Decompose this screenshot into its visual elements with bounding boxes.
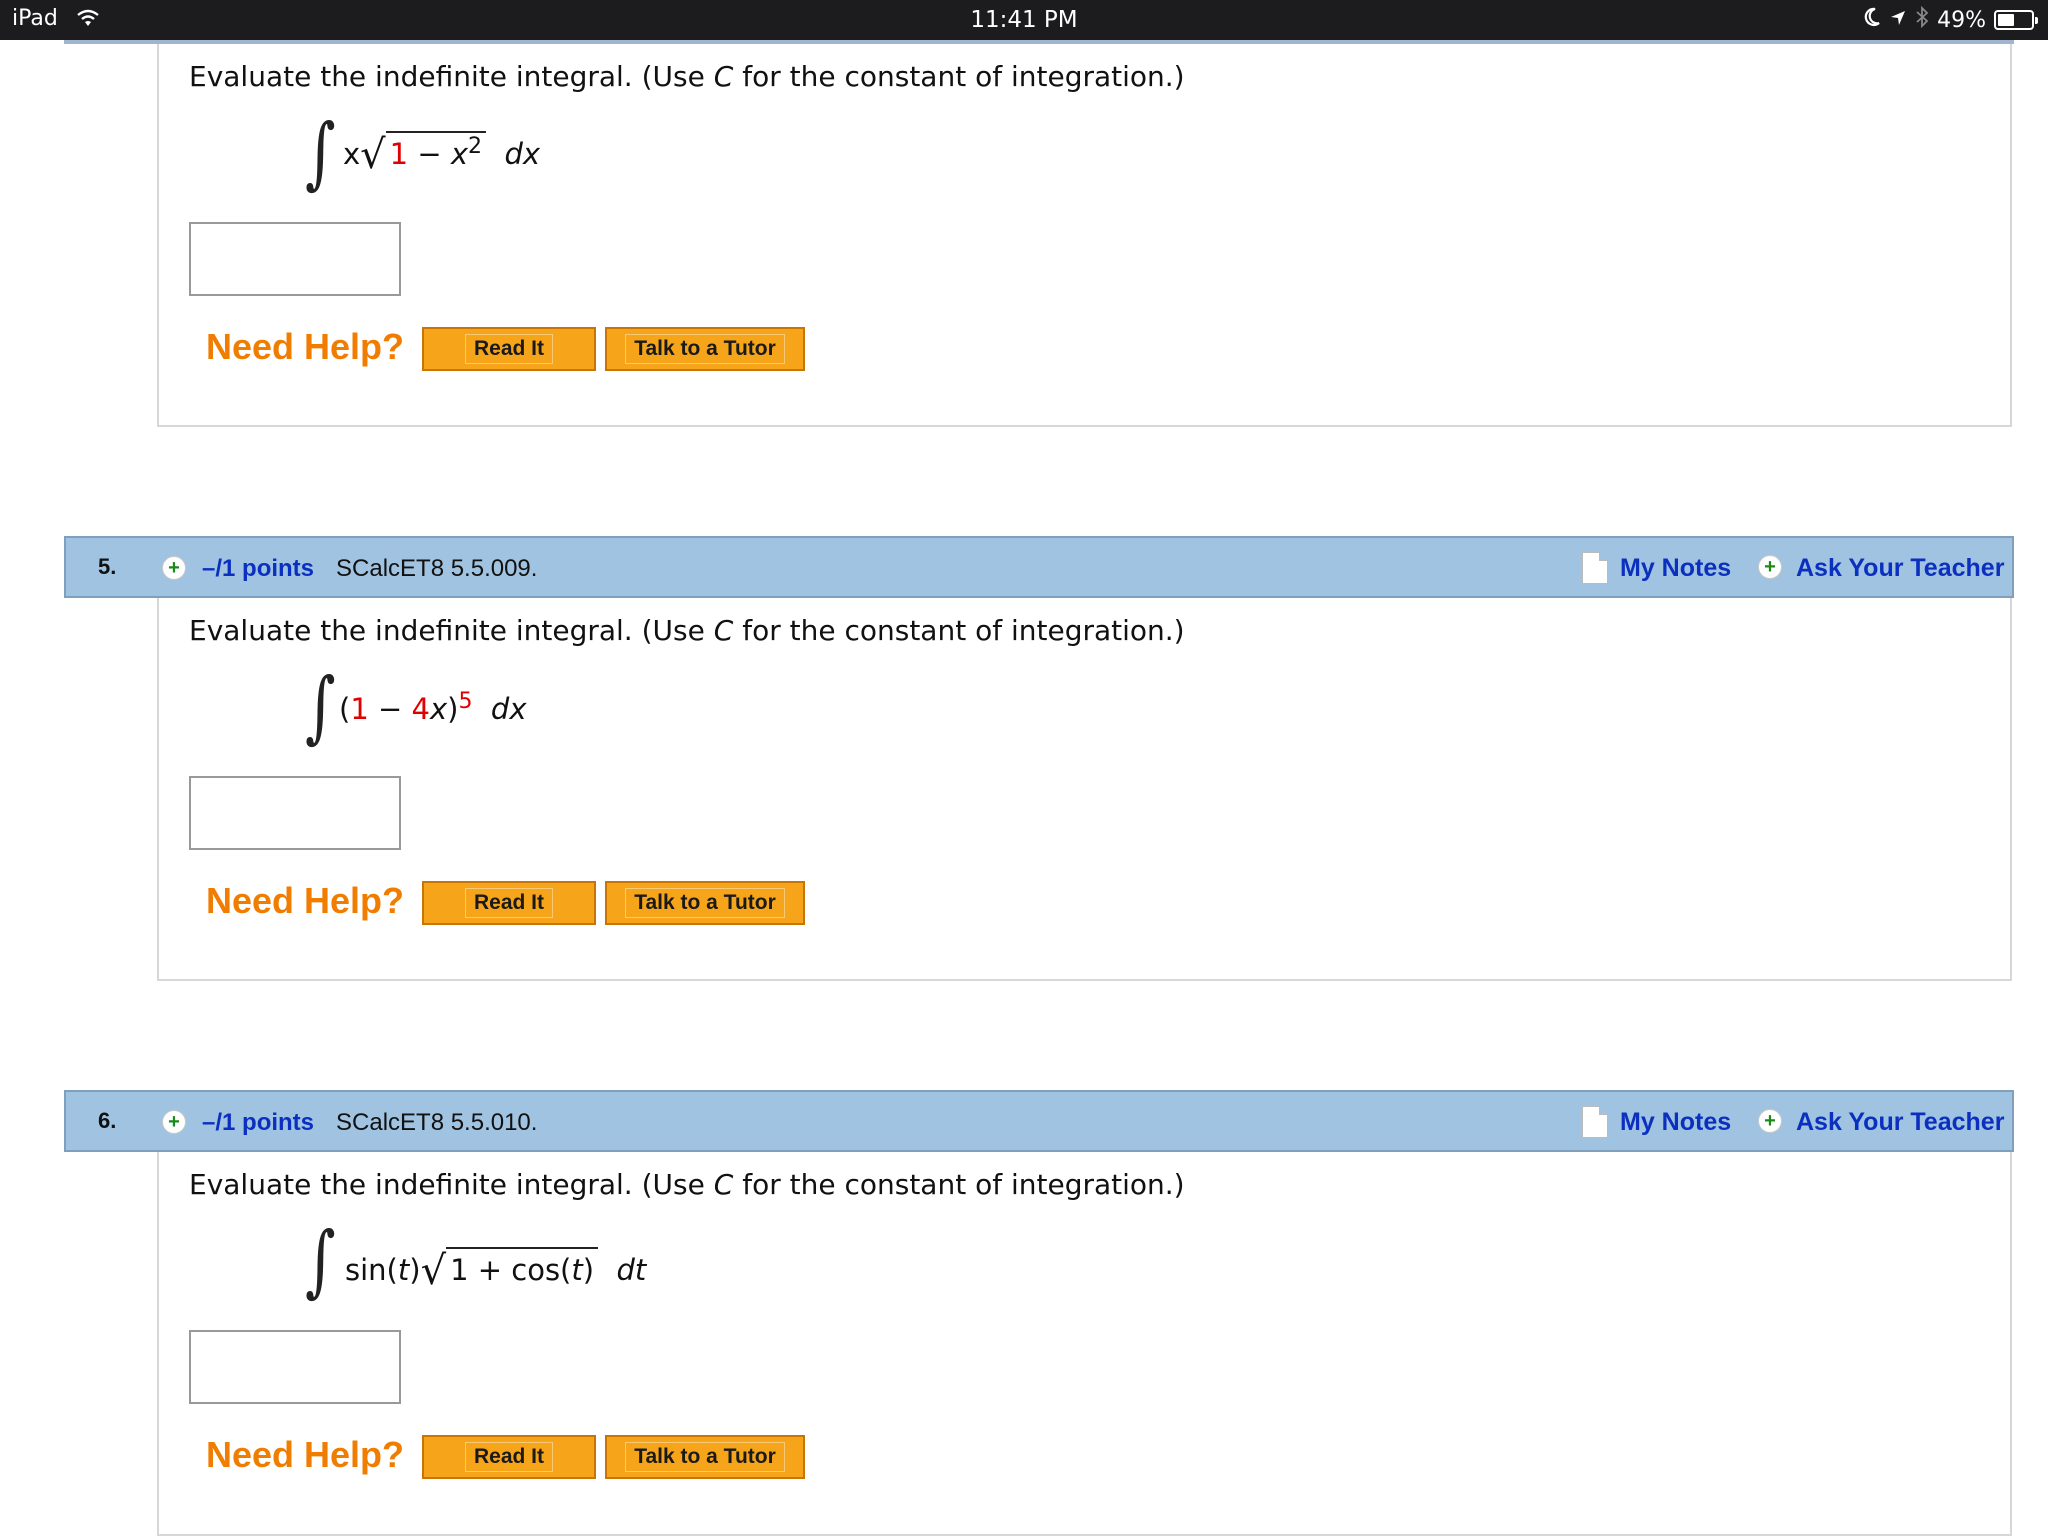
question-6-need-help: Need Help? bbox=[206, 1434, 405, 1475]
button-label: Read It bbox=[464, 1442, 553, 1472]
expr-paren: ) bbox=[409, 1253, 421, 1287]
question-id: SCalcET8 5.5.010. bbox=[336, 1109, 538, 1136]
bluetooth-icon bbox=[1915, 5, 1929, 34]
expr-term: t bbox=[397, 1253, 410, 1287]
button-label: Talk to a Tutor bbox=[625, 888, 785, 918]
status-bar: iPad 11:41 PM 49% bbox=[0, 0, 2048, 40]
clock: 11:41 PM bbox=[970, 7, 1078, 33]
location-icon bbox=[1889, 8, 1907, 33]
question-6-answer-input[interactable] bbox=[189, 1330, 401, 1404]
integral-sign-icon: ∫ bbox=[305, 1216, 336, 1306]
expr-paren: ) bbox=[447, 692, 459, 726]
prompt-constant: C bbox=[713, 60, 734, 93]
expr-term: 1 bbox=[389, 137, 409, 171]
expr-function: 1 + cos( bbox=[450, 1253, 572, 1287]
sqrt-radicand: 1 − x2 bbox=[385, 131, 487, 171]
integral-sign-icon: ∫ bbox=[305, 662, 336, 752]
question-6-talk-to-tutor-button[interactable]: Talk to a Tutor bbox=[605, 1435, 805, 1479]
question-5-header: 5. + –/1 points SCalcET8 5.5.009. My Not… bbox=[64, 536, 2014, 598]
ask-teacher-plus-icon[interactable]: + bbox=[1758, 1109, 1782, 1133]
question-4-expression: x√ 1 − x2 dx bbox=[343, 128, 541, 178]
question-4-read-it-button[interactable]: Read It bbox=[422, 327, 596, 371]
question-6-expression: sin(t)√ 1 + cos(t) dt bbox=[345, 1244, 647, 1294]
ask-teacher-plus-icon[interactable]: + bbox=[1758, 555, 1782, 579]
expr-differential: dx bbox=[490, 692, 527, 726]
prompt-constant: C bbox=[713, 614, 734, 647]
question-4-talk-to-tutor-button[interactable]: Talk to a Tutor bbox=[605, 327, 805, 371]
question-6-header: 6. + –/1 points SCalcET8 5.5.010. My Not… bbox=[64, 1090, 2014, 1152]
expr-paren: ( bbox=[339, 692, 351, 726]
prompt-text: for the constant of integration.) bbox=[733, 614, 1185, 647]
sqrt-radicand: 1 + cos(t) bbox=[446, 1247, 599, 1287]
expr-paren: ) bbox=[582, 1253, 595, 1287]
question-4-answer-input[interactable] bbox=[189, 222, 401, 296]
question-id: SCalcET8 5.5.009. bbox=[336, 555, 538, 582]
expr-term: x bbox=[450, 137, 469, 171]
sqrt-icon: √ bbox=[360, 132, 386, 178]
my-notes-link[interactable]: My Notes bbox=[1620, 554, 1731, 583]
ask-your-teacher-link[interactable]: Ask Your Teacher bbox=[1796, 554, 2004, 583]
prompt-text: for the constant of integration.) bbox=[733, 1168, 1185, 1201]
button-label: Read It bbox=[464, 888, 553, 918]
expr-operator: − bbox=[408, 137, 451, 171]
expand-plus-icon[interactable]: + bbox=[162, 556, 186, 580]
question-number: 5. bbox=[98, 554, 117, 579]
battery-fill bbox=[1998, 14, 2014, 26]
question-5-expression: (1 − 4x)5 dx bbox=[339, 689, 527, 726]
prompt-text: Evaluate the indefinite integral. (Use bbox=[189, 1168, 714, 1201]
question-5-prompt: Evaluate the indefinite integral. (Use C… bbox=[189, 614, 1185, 647]
question-4-need-help: Need Help? bbox=[206, 326, 405, 367]
notes-icon[interactable] bbox=[1582, 1106, 1608, 1138]
expr-differential: dx bbox=[504, 137, 541, 171]
expr-term: t bbox=[571, 1253, 583, 1287]
question-5-read-it-button[interactable]: Read It bbox=[422, 881, 596, 925]
moon-icon bbox=[1863, 7, 1881, 33]
notes-icon[interactable] bbox=[1582, 552, 1608, 584]
expr-operator: − bbox=[368, 692, 412, 726]
prompt-constant: C bbox=[713, 1168, 734, 1201]
question-5-need-help: Need Help? bbox=[206, 880, 405, 921]
button-label: Read It bbox=[464, 334, 553, 364]
question-4-prompt: Evaluate the indefinite integral. (Use C… bbox=[189, 60, 1185, 93]
prompt-text: for the constant of integration.) bbox=[733, 60, 1185, 93]
expr-term: 4 bbox=[411, 692, 430, 726]
sqrt-icon: √ bbox=[420, 1248, 447, 1294]
expr-differential: dt bbox=[616, 1253, 647, 1287]
question-5-talk-to-tutor-button[interactable]: Talk to a Tutor bbox=[605, 881, 805, 925]
expr-term: x bbox=[343, 137, 361, 171]
prompt-text: Evaluate the indefinite integral. (Use bbox=[189, 60, 714, 93]
button-label: Talk to a Tutor bbox=[625, 1442, 785, 1472]
question-5-answer-input[interactable] bbox=[189, 776, 401, 850]
expr-term: 1 bbox=[350, 692, 369, 726]
expr-term: x bbox=[429, 692, 448, 726]
my-notes-link[interactable]: My Notes bbox=[1620, 1108, 1731, 1137]
expr-exponent: 2 bbox=[468, 134, 483, 159]
status-right: 49% bbox=[1863, 5, 2038, 34]
expr-function: sin( bbox=[345, 1253, 398, 1287]
button-label: Talk to a Tutor bbox=[625, 334, 785, 364]
question-6-prompt: Evaluate the indefinite integral. (Use C… bbox=[189, 1168, 1185, 1201]
question-6-read-it-button[interactable]: Read It bbox=[422, 1435, 596, 1479]
question-number: 6. bbox=[98, 1108, 117, 1133]
prompt-text: Evaluate the indefinite integral. (Use bbox=[189, 614, 714, 647]
ask-your-teacher-link[interactable]: Ask Your Teacher bbox=[1796, 1108, 2004, 1137]
expand-plus-icon[interactable]: + bbox=[162, 1110, 186, 1134]
question-points[interactable]: –/1 points bbox=[202, 555, 314, 583]
battery-icon bbox=[1994, 10, 2038, 30]
battery-percent: 49% bbox=[1937, 7, 1986, 33]
expr-exponent: 5 bbox=[458, 689, 473, 714]
integral-sign-icon: ∫ bbox=[305, 108, 336, 198]
question-points[interactable]: –/1 points bbox=[202, 1109, 314, 1137]
